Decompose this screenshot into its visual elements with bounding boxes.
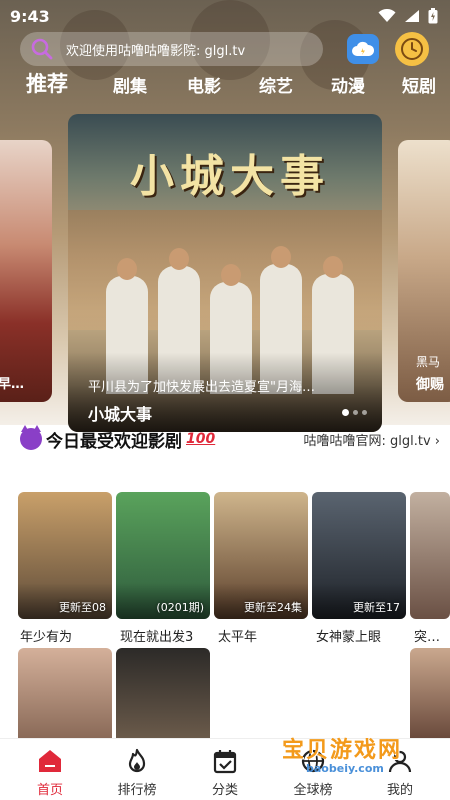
watermark-text: 宝贝游戏网: [282, 738, 403, 763]
search-placeholder: 欢迎使用咕噜咕噜影院: glgl.tv: [66, 43, 246, 59]
movie-title-2[interactable]: 现在就出发3: [120, 626, 193, 645]
search-icon: [31, 38, 53, 60]
chevron-right-icon: ›: [434, 433, 440, 449]
movie-title-5[interactable]: 突…: [414, 626, 440, 645]
movie-badge: 更新至17: [353, 601, 400, 614]
movie-badge: (0201期): [156, 601, 204, 614]
status-bar: 9:43: [0, 0, 450, 32]
banner-next-card[interactable]: 黑马 御赐: [398, 140, 450, 402]
next-card-subtitle: 黑马: [416, 355, 441, 369]
tab-anime[interactable]: 动漫: [331, 72, 365, 97]
carousel-dot-active: [342, 409, 349, 416]
movie-poster-row2-5[interactable]: [410, 648, 450, 738]
tab-variety[interactable]: 综艺: [259, 72, 293, 97]
movie-poster-5[interactable]: [410, 492, 450, 619]
status-icons: [378, 8, 438, 24]
devil-emoji-icon: [20, 425, 42, 450]
tab-series[interactable]: 剧集: [113, 72, 147, 97]
tab-short-drama[interactable]: 短剧: [402, 72, 436, 97]
movie-title-3[interactable]: 太平年: [218, 626, 257, 645]
banner-title: 小城大事: [88, 405, 153, 424]
movie-badge: 更新至08: [59, 601, 106, 614]
hundred-emoji-icon: 100: [186, 431, 216, 447]
movie-poster-2[interactable]: (0201期): [116, 492, 210, 619]
nav-category[interactable]: 分类: [180, 739, 270, 800]
nav-home-label: 首页: [36, 783, 63, 798]
watermark-url: baobeiy.com: [306, 762, 384, 775]
wifi-icon: [378, 9, 396, 22]
movie-poster-4[interactable]: 更新至17: [312, 492, 406, 619]
weather-cloud-button[interactable]: [347, 34, 379, 64]
battery-icon: [428, 8, 438, 24]
site-watermark: 宝贝游戏网 baobeiy.com: [270, 726, 430, 786]
carousel-dot: [362, 410, 367, 415]
movie-poster-row2-1[interactable]: [18, 648, 112, 738]
calendar-icon: [211, 747, 239, 775]
movie-title-1[interactable]: 年少有为: [20, 626, 72, 645]
signal-icon: [405, 10, 419, 22]
nav-category-label: 分类: [211, 783, 238, 798]
nav-ranking-label: 排行榜: [117, 783, 157, 798]
clock-icon: [401, 38, 423, 60]
search-bar[interactable]: 欢迎使用咕噜咕噜影院: glgl.tv: [20, 32, 323, 66]
movie-poster-3[interactable]: 更新至24集: [214, 492, 308, 619]
next-card-caption: 御赐: [416, 377, 444, 393]
cloud-icon: [352, 41, 375, 56]
search-row: 欢迎使用咕噜咕噜影院: glgl.tv: [20, 32, 440, 66]
nav-ranking[interactable]: 排行榜: [92, 739, 182, 800]
tab-movies[interactable]: 电影: [187, 72, 221, 97]
banner-prev-card[interactable]: 早…: [0, 140, 52, 402]
home-icon: [36, 747, 64, 775]
history-clock-button[interactable]: [395, 32, 429, 66]
category-tabs: 推荐 剧集 电影 综艺 动漫 短剧: [0, 68, 450, 102]
official-site-text: 咕噜咕噜官网: glgl.tv: [303, 433, 431, 449]
movie-poster-1[interactable]: 更新至08: [18, 492, 112, 619]
movie-title-4[interactable]: 女神蒙上眼: [316, 626, 381, 645]
banner-description: 平川县为了加快发展出去造夏宣"月海…: [88, 380, 315, 395]
carousel-dot: [353, 410, 358, 415]
nav-home[interactable]: 首页: [5, 739, 95, 800]
featured-banner[interactable]: 小城大事 平川县为了加快发展出去造夏宣"月海… 小城大事: [68, 114, 382, 432]
flame-icon: [123, 747, 151, 775]
prev-card-caption: 早…: [0, 377, 25, 392]
official-site-link[interactable]: 咕噜咕噜官网: glgl.tv ›: [303, 430, 440, 449]
movie-badge: 更新至24集: [244, 601, 302, 614]
banner-poster-title-art: 小城大事: [130, 151, 330, 202]
carousel-dots: [342, 409, 367, 416]
tab-recommend[interactable]: 推荐: [26, 68, 68, 98]
movie-poster-row2-2[interactable]: [116, 648, 210, 738]
status-time: 9:43: [10, 6, 50, 26]
